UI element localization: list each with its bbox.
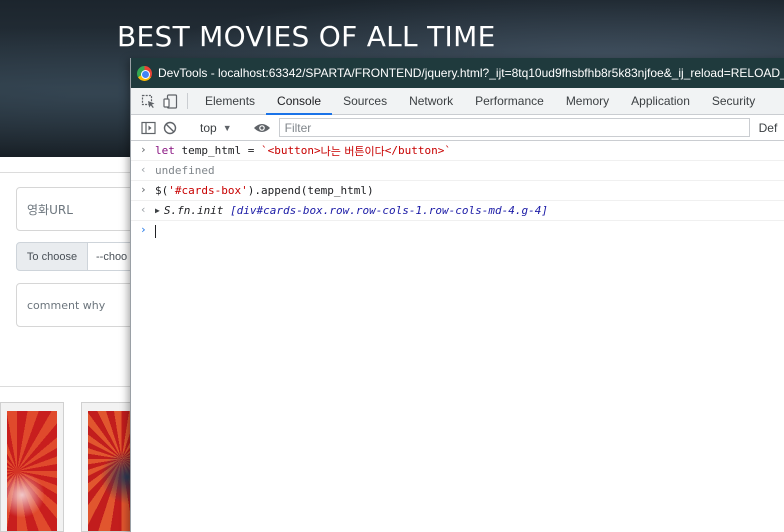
console-input-line: › $('#cards-box').append(temp_html) — [131, 181, 784, 201]
tab-performance[interactable]: Performance — [464, 88, 555, 114]
console-input-line: › let temp_html = `<button> 나는 버튼이다 </butt… — [131, 141, 784, 161]
live-expression-eye-icon[interactable] — [251, 122, 273, 134]
input-prompt-icon: › — [140, 223, 147, 236]
devtools-window: DevTools - localhost:63342/SPARTA/FRONTE… — [130, 58, 784, 532]
context-selector[interactable]: top ▼ — [194, 118, 238, 138]
text-cursor — [155, 224, 156, 238]
code-string: '#cards-box' — [168, 184, 248, 197]
console-toolbar: top ▼ Filter Def — [131, 115, 784, 141]
input-prompt-icon: › — [140, 183, 147, 196]
console-result-line: ‹ ▶ S.fn.init [div#cards-box.row.row-col… — [131, 201, 784, 221]
context-value: top — [200, 120, 217, 135]
tab-elements[interactable]: Elements — [194, 88, 266, 114]
page-title: BEST MOVIES OF ALL TIME — [117, 20, 496, 53]
clear-console-icon[interactable] — [159, 121, 181, 135]
dropdown-arrow-icon: ▼ — [222, 122, 232, 133]
output-prompt-icon: ‹ — [140, 203, 147, 216]
tab-network[interactable]: Network — [398, 88, 464, 114]
code-string: `<button> — [260, 144, 321, 157]
device-toolbar-icon[interactable] — [159, 88, 181, 114]
movie-poster-image — [7, 411, 57, 531]
code-text: temp_html = — [174, 144, 261, 157]
default-levels-dropdown[interactable]: Def — [759, 121, 778, 135]
tab-security[interactable]: Security — [701, 88, 766, 114]
toolbar-divider — [187, 93, 188, 109]
code-text: $( — [155, 184, 169, 197]
console-filter-input[interactable]: Filter — [278, 118, 750, 137]
code-string: </button>` — [384, 144, 452, 157]
code-text: ).append(temp_html) — [247, 184, 374, 197]
tab-memory[interactable]: Memory — [555, 88, 620, 114]
output-prompt-icon: ‹ — [140, 163, 147, 176]
tab-application[interactable]: Application — [620, 88, 701, 114]
devtools-tab-bar: Elements Console Sources Network Perform… — [131, 88, 784, 115]
code-keyword: let — [155, 144, 175, 157]
show-sidebar-icon[interactable] — [137, 121, 159, 135]
screenshot-stage: BEST MOVIES OF ALL TIME 영화URL To choose … — [0, 0, 784, 532]
console-prompt-line[interactable]: › — [131, 221, 784, 241]
tab-console[interactable]: Console — [266, 88, 333, 115]
result-value: undefined — [155, 164, 215, 177]
input-prompt-icon: › — [140, 143, 147, 156]
inspect-element-icon[interactable] — [137, 88, 159, 114]
movie-card[interactable] — [0, 402, 64, 532]
window-title: DevTools - localhost:63342/SPARTA/FRONTE… — [158, 66, 784, 80]
tab-sources[interactable]: Sources — [332, 88, 398, 114]
console-output[interactable]: › let temp_html = `<button> 나는 버튼이다 </butt… — [131, 141, 784, 532]
choose-label: To choose — [16, 242, 88, 271]
console-result-line: ‹ undefined — [131, 161, 784, 181]
devtools-titlebar[interactable]: DevTools - localhost:63342/SPARTA/FRONTE… — [131, 58, 784, 88]
object-value[interactable]: [div#cards-box.row.row-cols-1.row-cols-m… — [230, 204, 548, 217]
chrome-logo-icon — [137, 65, 152, 81]
code-string-korean: 나는 버튼이다 — [320, 144, 385, 158]
object-name[interactable]: S.fn.init — [164, 204, 230, 217]
expand-triangle-icon[interactable]: ▶ — [155, 206, 160, 215]
